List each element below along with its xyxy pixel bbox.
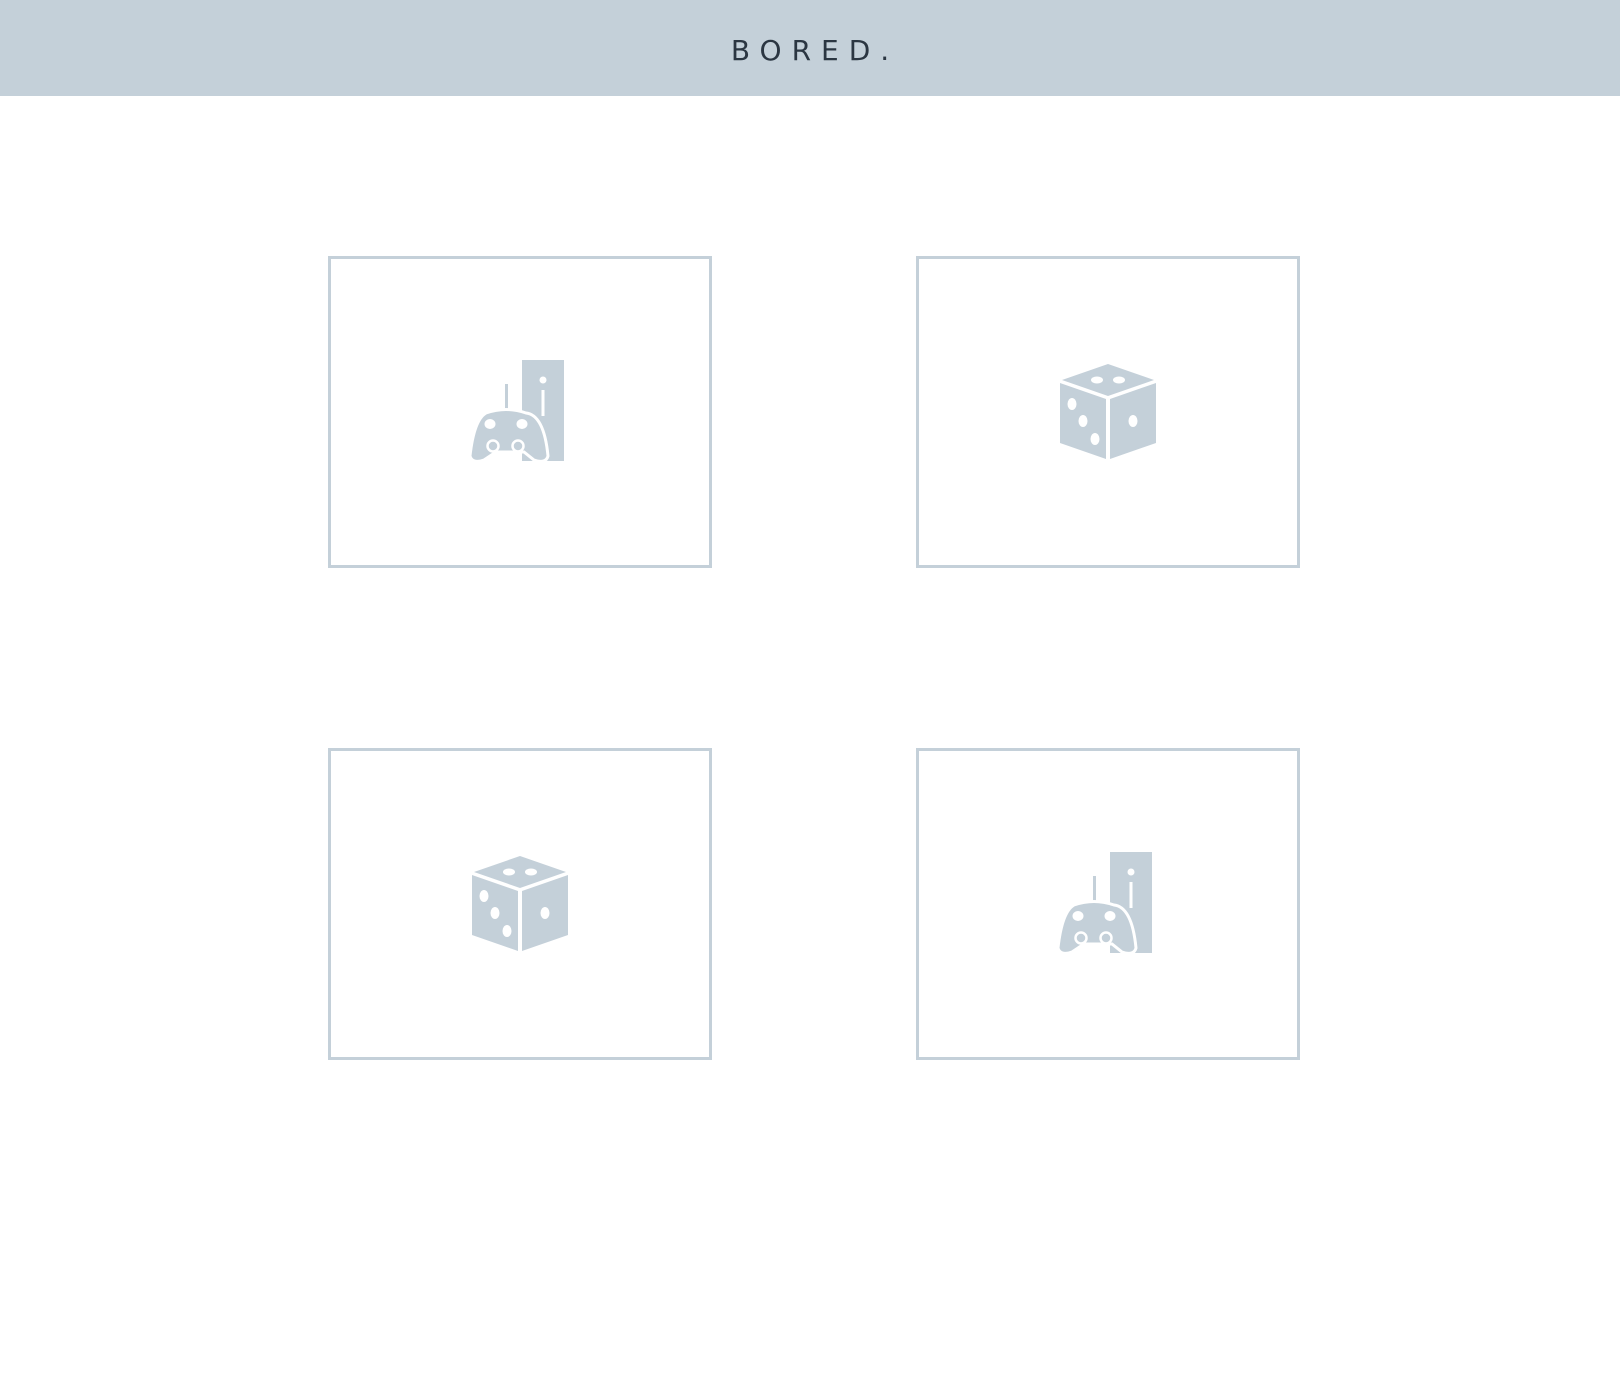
site-title[interactable]: BORED. xyxy=(731,34,899,67)
activity-card-video-games[interactable] xyxy=(328,256,712,568)
dice-icon xyxy=(1060,364,1156,460)
activity-card-video-games[interactable] xyxy=(916,748,1300,1060)
header-bar: BORED. xyxy=(0,0,1620,96)
dice-icon xyxy=(472,856,568,952)
activity-card-board-games[interactable] xyxy=(916,256,1300,568)
video-game-console-icon xyxy=(470,360,570,464)
activity-card-board-games[interactable] xyxy=(328,748,712,1060)
video-game-console-icon xyxy=(1058,852,1158,956)
